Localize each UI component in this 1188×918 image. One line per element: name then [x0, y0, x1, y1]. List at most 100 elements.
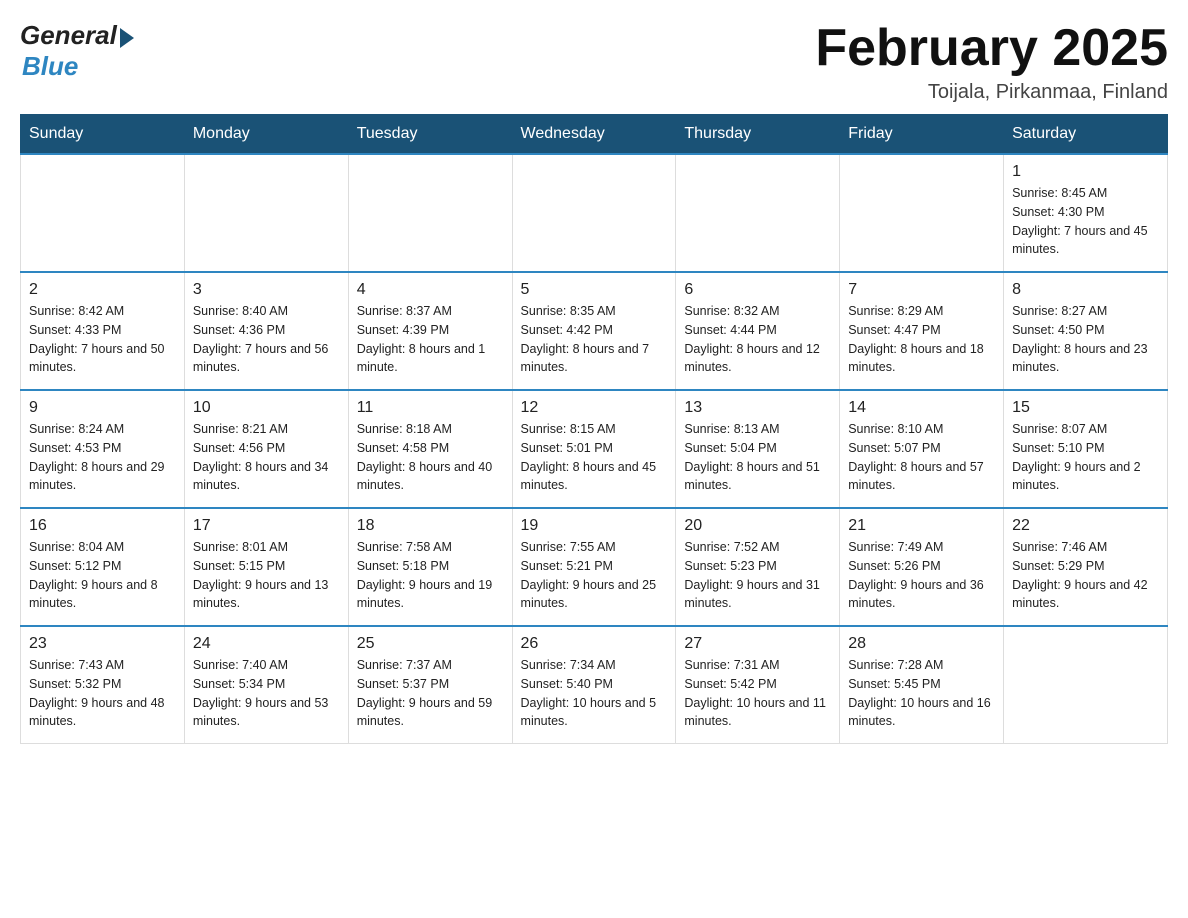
- calendar-cell: 12 Sunrise: 8:15 AM Sunset: 5:01 PM Dayli…: [512, 390, 676, 508]
- day-info: Sunrise: 8:32 AM Sunset: 4:44 PM Dayligh…: [684, 302, 831, 377]
- day-number: 4: [357, 281, 504, 299]
- day-info: Sunrise: 8:29 AM Sunset: 4:47 PM Dayligh…: [848, 302, 995, 377]
- day-number: 20: [684, 517, 831, 535]
- calendar-cell: 27 Sunrise: 7:31 AM Sunset: 5:42 PM Dayli…: [676, 626, 840, 744]
- calendar-table: SundayMondayTuesdayWednesdayThursdayFrid…: [20, 114, 1168, 744]
- day-info: Sunrise: 8:04 AM Sunset: 5:12 PM Dayligh…: [29, 538, 176, 613]
- day-info: Sunrise: 8:27 AM Sunset: 4:50 PM Dayligh…: [1012, 302, 1159, 377]
- day-info: Sunrise: 8:24 AM Sunset: 4:53 PM Dayligh…: [29, 420, 176, 495]
- logo-arrow-icon: [120, 28, 134, 48]
- calendar-cell: [184, 154, 348, 272]
- calendar-cell: [512, 154, 676, 272]
- day-info: Sunrise: 8:13 AM Sunset: 5:04 PM Dayligh…: [684, 420, 831, 495]
- day-info: Sunrise: 7:58 AM Sunset: 5:18 PM Dayligh…: [357, 538, 504, 613]
- calendar-cell: 1 Sunrise: 8:45 AM Sunset: 4:30 PM Daylig…: [1004, 154, 1168, 272]
- day-info: Sunrise: 8:10 AM Sunset: 5:07 PM Dayligh…: [848, 420, 995, 495]
- weekday-header-tuesday: Tuesday: [348, 115, 512, 155]
- day-number: 22: [1012, 517, 1159, 535]
- calendar-week-row: 9 Sunrise: 8:24 AM Sunset: 4:53 PM Daylig…: [21, 390, 1168, 508]
- calendar-cell: 2 Sunrise: 8:42 AM Sunset: 4:33 PM Daylig…: [21, 272, 185, 390]
- day-number: 24: [193, 635, 340, 653]
- day-info: Sunrise: 8:18 AM Sunset: 4:58 PM Dayligh…: [357, 420, 504, 495]
- day-info: Sunrise: 8:21 AM Sunset: 4:56 PM Dayligh…: [193, 420, 340, 495]
- location-text: Toijala, Pirkanmaa, Finland: [815, 81, 1168, 104]
- day-info: Sunrise: 7:37 AM Sunset: 5:37 PM Dayligh…: [357, 656, 504, 731]
- day-number: 14: [848, 399, 995, 417]
- calendar-cell: 20 Sunrise: 7:52 AM Sunset: 5:23 PM Dayli…: [676, 508, 840, 626]
- day-number: 27: [684, 635, 831, 653]
- weekday-header-wednesday: Wednesday: [512, 115, 676, 155]
- day-number: 25: [357, 635, 504, 653]
- day-info: Sunrise: 8:35 AM Sunset: 4:42 PM Dayligh…: [521, 302, 668, 377]
- weekday-header-friday: Friday: [840, 115, 1004, 155]
- calendar-cell: [1004, 626, 1168, 744]
- day-number: 13: [684, 399, 831, 417]
- title-block: February 2025 Toijala, Pirkanmaa, Finlan…: [815, 20, 1168, 104]
- day-number: 15: [1012, 399, 1159, 417]
- calendar-cell: 25 Sunrise: 7:37 AM Sunset: 5:37 PM Dayli…: [348, 626, 512, 744]
- day-number: 28: [848, 635, 995, 653]
- weekday-header-saturday: Saturday: [1004, 115, 1168, 155]
- day-number: 1: [1012, 163, 1159, 181]
- day-number: 17: [193, 517, 340, 535]
- calendar-cell: 10Sunrise: 8:21 AM Sunset: 4:56 PM Dayli…: [184, 390, 348, 508]
- day-info: Sunrise: 8:40 AM Sunset: 4:36 PM Dayligh…: [193, 302, 340, 377]
- calendar-cell: 4 Sunrise: 8:37 AM Sunset: 4:39 PM Daylig…: [348, 272, 512, 390]
- day-info: Sunrise: 7:34 AM Sunset: 5:40 PM Dayligh…: [521, 656, 668, 731]
- calendar-cell: 13 Sunrise: 8:13 AM Sunset: 5:04 PM Dayli…: [676, 390, 840, 508]
- weekday-header-monday: Monday: [184, 115, 348, 155]
- weekday-header-thursday: Thursday: [676, 115, 840, 155]
- day-number: 9: [29, 399, 176, 417]
- calendar-cell: [676, 154, 840, 272]
- calendar-week-row: 2 Sunrise: 8:42 AM Sunset: 4:33 PM Daylig…: [21, 272, 1168, 390]
- day-number: 19: [521, 517, 668, 535]
- calendar-cell: [348, 154, 512, 272]
- calendar-cell: 14 Sunrise: 8:10 AM Sunset: 5:07 PM Dayli…: [840, 390, 1004, 508]
- day-number: 26: [521, 635, 668, 653]
- calendar-cell: 7 Sunrise: 8:29 AM Sunset: 4:47 PM Daylig…: [840, 272, 1004, 390]
- page-header: General Blue February 2025 Toijala, Pirk…: [20, 20, 1168, 104]
- calendar-cell: 11Sunrise: 8:18 AM Sunset: 4:58 PM Dayli…: [348, 390, 512, 508]
- day-info: Sunrise: 7:28 AM Sunset: 5:45 PM Dayligh…: [848, 656, 995, 731]
- calendar-cell: 23Sunrise: 7:43 AM Sunset: 5:32 PM Dayli…: [21, 626, 185, 744]
- calendar-body: 1 Sunrise: 8:45 AM Sunset: 4:30 PM Daylig…: [21, 154, 1168, 744]
- day-info: Sunrise: 8:37 AM Sunset: 4:39 PM Dayligh…: [357, 302, 504, 377]
- calendar-cell: 22 Sunrise: 7:46 AM Sunset: 5:29 PM Dayli…: [1004, 508, 1168, 626]
- month-title: February 2025: [815, 20, 1168, 77]
- day-info: Sunrise: 8:45 AM Sunset: 4:30 PM Dayligh…: [1012, 184, 1159, 259]
- day-number: 21: [848, 517, 995, 535]
- day-number: 8: [1012, 281, 1159, 299]
- calendar-cell: [21, 154, 185, 272]
- day-info: Sunrise: 7:43 AM Sunset: 5:32 PM Dayligh…: [29, 656, 176, 731]
- day-info: Sunrise: 8:15 AM Sunset: 5:01 PM Dayligh…: [521, 420, 668, 495]
- day-number: 6: [684, 281, 831, 299]
- calendar-cell: 8 Sunrise: 8:27 AM Sunset: 4:50 PM Daylig…: [1004, 272, 1168, 390]
- day-info: Sunrise: 8:01 AM Sunset: 5:15 PM Dayligh…: [193, 538, 340, 613]
- logo: General Blue: [20, 20, 134, 82]
- day-number: 7: [848, 281, 995, 299]
- calendar-week-row: 1 Sunrise: 8:45 AM Sunset: 4:30 PM Daylig…: [21, 154, 1168, 272]
- day-info: Sunrise: 7:31 AM Sunset: 5:42 PM Dayligh…: [684, 656, 831, 731]
- calendar-week-row: 23Sunrise: 7:43 AM Sunset: 5:32 PM Dayli…: [21, 626, 1168, 744]
- calendar-header: SundayMondayTuesdayWednesdayThursdayFrid…: [21, 115, 1168, 155]
- calendar-cell: 28 Sunrise: 7:28 AM Sunset: 5:45 PM Dayli…: [840, 626, 1004, 744]
- calendar-cell: 18Sunrise: 7:58 AM Sunset: 5:18 PM Dayli…: [348, 508, 512, 626]
- day-info: Sunrise: 8:07 AM Sunset: 5:10 PM Dayligh…: [1012, 420, 1159, 495]
- logo-general-text: General: [20, 20, 117, 51]
- calendar-cell: 19 Sunrise: 7:55 AM Sunset: 5:21 PM Dayli…: [512, 508, 676, 626]
- calendar-cell: 26 Sunrise: 7:34 AM Sunset: 5:40 PM Dayli…: [512, 626, 676, 744]
- calendar-cell: 5Sunrise: 8:35 AM Sunset: 4:42 PM Daylig…: [512, 272, 676, 390]
- day-number: 2: [29, 281, 176, 299]
- day-info: Sunrise: 7:49 AM Sunset: 5:26 PM Dayligh…: [848, 538, 995, 613]
- calendar-cell: 21 Sunrise: 7:49 AM Sunset: 5:26 PM Dayli…: [840, 508, 1004, 626]
- day-info: Sunrise: 7:55 AM Sunset: 5:21 PM Dayligh…: [521, 538, 668, 613]
- day-number: 16: [29, 517, 176, 535]
- day-info: Sunrise: 7:52 AM Sunset: 5:23 PM Dayligh…: [684, 538, 831, 613]
- calendar-cell: 15 Sunrise: 8:07 AM Sunset: 5:10 PM Dayli…: [1004, 390, 1168, 508]
- calendar-week-row: 16 Sunrise: 8:04 AM Sunset: 5:12 PM Dayli…: [21, 508, 1168, 626]
- day-info: Sunrise: 7:46 AM Sunset: 5:29 PM Dayligh…: [1012, 538, 1159, 613]
- day-number: 12: [521, 399, 668, 417]
- calendar-cell: 17 Sunrise: 8:01 AM Sunset: 5:15 PM Dayli…: [184, 508, 348, 626]
- day-info: Sunrise: 8:42 AM Sunset: 4:33 PM Dayligh…: [29, 302, 176, 377]
- day-info: Sunrise: 7:40 AM Sunset: 5:34 PM Dayligh…: [193, 656, 340, 731]
